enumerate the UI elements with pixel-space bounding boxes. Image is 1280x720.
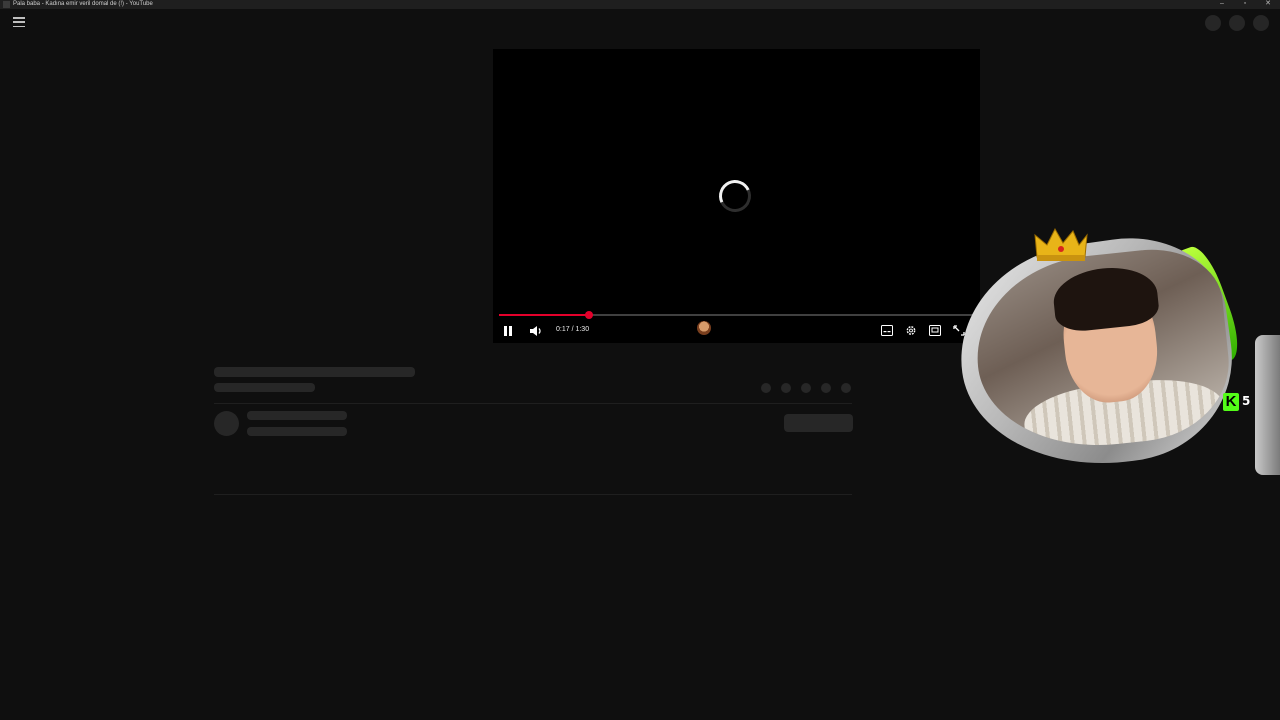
close-button[interactable]: ✕ (1256, 0, 1280, 9)
pause-button[interactable] (504, 326, 512, 336)
miniplayer-icon[interactable] (929, 325, 941, 336)
video-player[interactable]: 0:17 / 1:30 (493, 49, 980, 343)
kick-count: 5 (1242, 394, 1251, 408)
progress-fill (499, 314, 590, 316)
loading-spinner (714, 175, 756, 217)
channel-avatar-skeleton (214, 411, 239, 436)
time-display: 0:17 / 1:30 (556, 326, 590, 333)
subtitle-skeleton (214, 383, 315, 392)
action-skeleton (761, 383, 771, 393)
action-skeleton (781, 383, 791, 393)
avatar-placeholder[interactable] (1253, 15, 1269, 31)
volume-icon[interactable] (529, 325, 543, 337)
divider (214, 494, 852, 495)
divider (214, 403, 852, 404)
notifications-icon-placeholder[interactable] (1229, 15, 1245, 31)
channel-emoji-icon (697, 321, 711, 335)
channel-name-skeleton (247, 411, 347, 420)
progress-scrubber[interactable] (585, 311, 594, 319)
action-skeleton (841, 383, 851, 393)
crown-icon (1034, 227, 1088, 261)
create-icon-placeholder[interactable] (1205, 15, 1221, 31)
action-skeleton (821, 383, 831, 393)
window-title-bar: Pala baba - Kadına emir veril domal de (… (0, 0, 1280, 9)
kick-logo-icon: K (1223, 393, 1239, 411)
subscribe-skeleton (784, 414, 853, 432)
action-skeleton (801, 383, 811, 393)
webcam-overlay: K 5 (946, 225, 1280, 483)
title-skeleton (214, 367, 415, 377)
minimize-button[interactable]: – (1210, 0, 1234, 9)
channel-subs-skeleton (247, 427, 347, 436)
progress-bar[interactable] (499, 311, 974, 319)
kick-badge: K 5 (1223, 393, 1255, 411)
settings-gear-icon[interactable] (905, 325, 917, 336)
subtitles-icon[interactable] (881, 325, 893, 336)
window-title: Pala baba - Kadına emir veril domal de (… (13, 1, 153, 7)
menu-icon[interactable] (13, 17, 25, 27)
mirror-mount (1255, 335, 1280, 475)
app-icon (3, 1, 10, 8)
maximize-button[interactable]: ▫ (1233, 0, 1257, 9)
